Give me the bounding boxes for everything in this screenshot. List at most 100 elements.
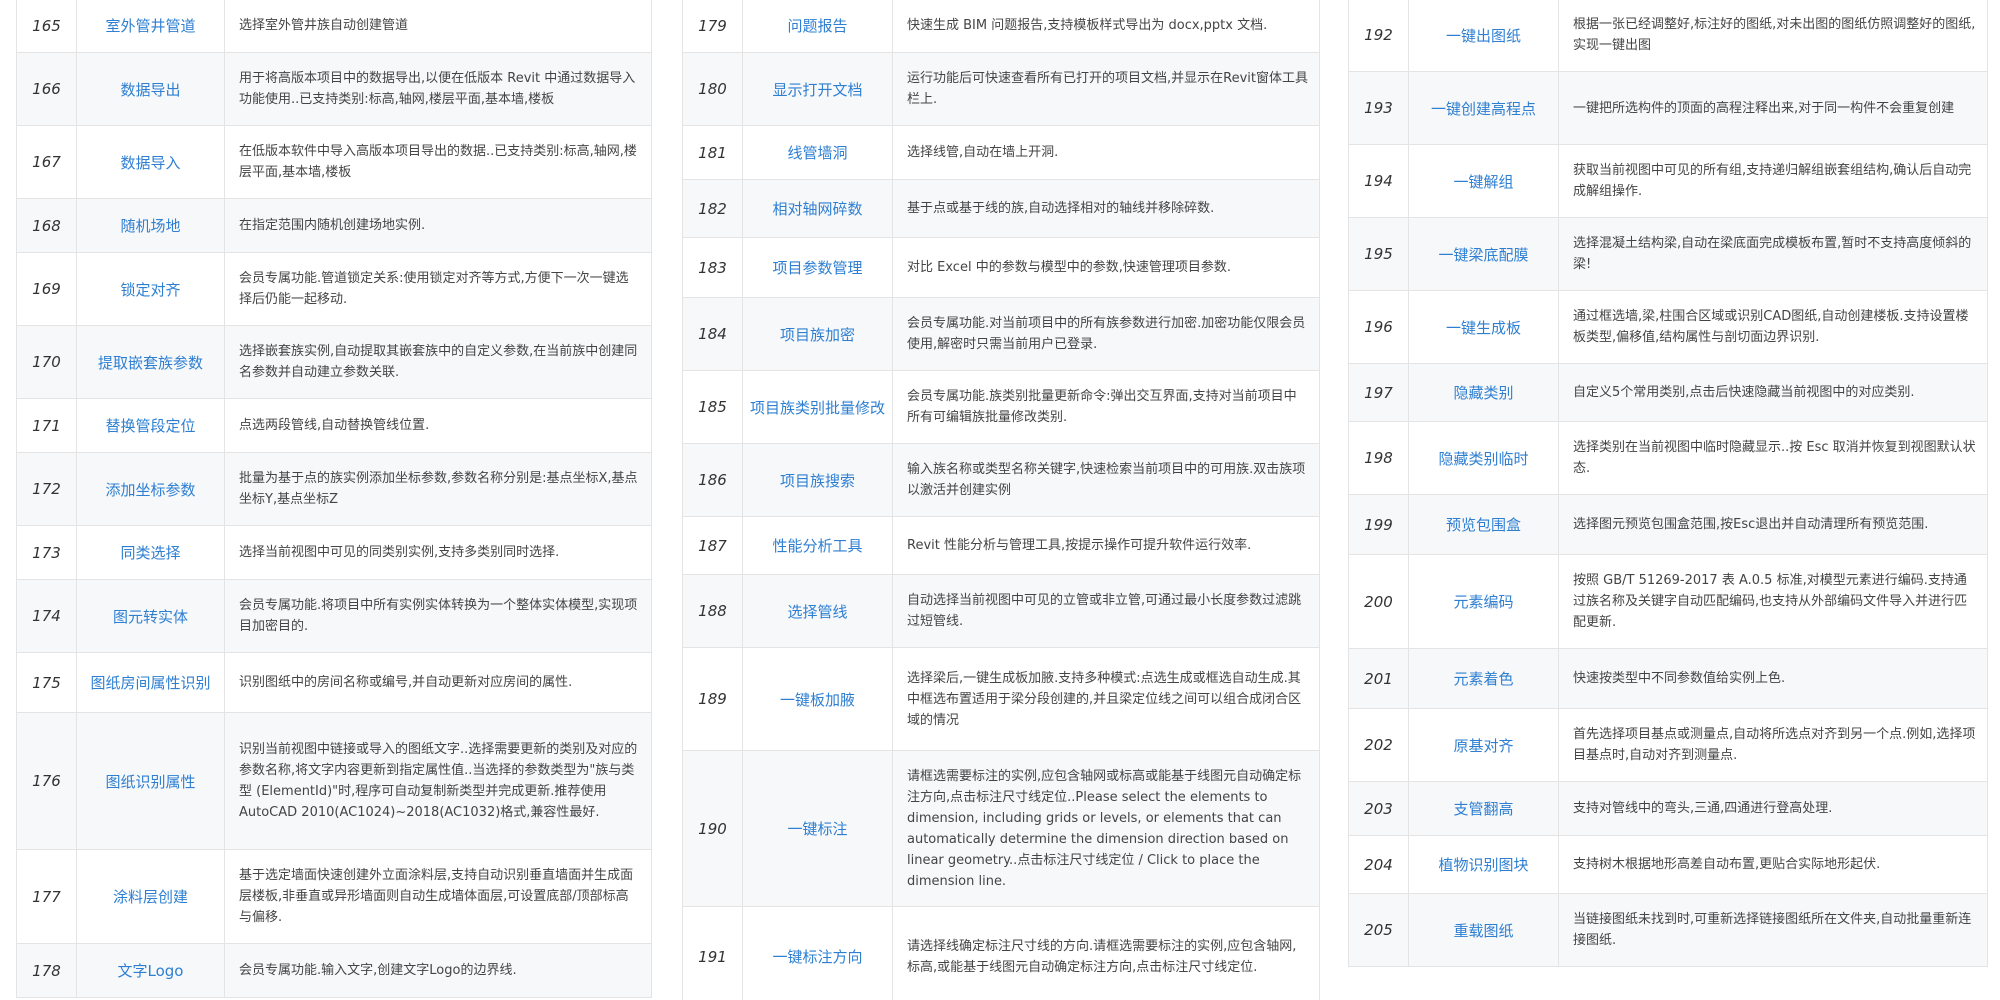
feature-number: 187 [682,516,743,575]
feature-number: 178 [16,943,77,998]
table-row: 200 元素编码 按照 GB/T 51269-2017 表 A.0.5 标准,对模型… [1348,554,1988,649]
feature-description: 输入族名称或类型名称关键字,快速检索当前项目中的可用族.双击族项以激活并创建实例 [892,443,1320,517]
table-row: 191 一键标注方向 请选择线确定标注尺寸线的方向.请框选需要标注的实例,应包含轴网… [682,906,1320,1000]
feature-name-link[interactable]: 添加坐标参数 [76,452,225,526]
table-row: 167 数据导入 在低版本软件中导入高版本项目导出的数据..已支持类别:标高,轴网,… [16,125,652,199]
feature-name-link[interactable]: 锁定对齐 [76,252,225,326]
feature-name-link[interactable]: 数据导出 [76,52,225,126]
feature-name-link[interactable]: 项目族加密 [742,297,893,371]
feature-number: 168 [16,198,77,253]
feature-table-column-2: 179 问题报告 快速生成 BIM 问题报告,支持模板样式导出为 docx,pptx… [682,0,1320,1000]
feature-description: 会员专属功能.将项目中所有实例实体转换为一个整体实体模型,实现项目加密目的. [224,579,652,653]
feature-name-link[interactable]: 选择管线 [742,574,893,648]
feature-name-link[interactable]: 一键创建高程点 [1408,71,1559,145]
feature-description: 根据一张已经调整好,标注好的图纸,对未出图的图纸仿照调整好的图纸,实现一键出图 [1558,0,1988,72]
feature-description: 基于点或基于线的族,自动选择相对的轴线并移除碎数. [892,179,1320,238]
feature-name-link[interactable]: 室外管井管道 [76,0,225,53]
table-row: 202 原基对齐 首先选择项目基点或测量点,自动将所选点对齐到另一个点.例如,选择项… [1348,708,1988,782]
feature-description: 选择线管,自动在墙上开洞. [892,125,1320,180]
feature-name-link[interactable]: 隐藏类别临时 [1408,421,1559,495]
feature-description: 支持对管线中的弯头,三通,四通进行登高处理. [1558,781,1988,836]
table-row: 172 添加坐标参数 批量为基于点的族实例添加坐标参数,参数名称分别是:基点坐标X,… [16,452,652,526]
feature-name-link[interactable]: 提取嵌套族参数 [76,325,225,399]
feature-description: 选择嵌套族实例,自动提取其嵌套族中的自定义参数,在当前族中创建同名参数并自动建立… [224,325,652,399]
table-row: 180 显示打开文档 运行功能后可快速查看所有已打开的项目文档,并显示在Revit窗… [682,52,1320,126]
feature-description: 快速生成 BIM 问题报告,支持模板样式导出为 docx,pptx 文档. [892,0,1320,53]
feature-number: 184 [682,297,743,371]
feature-name-link[interactable]: 一键板加腋 [742,647,893,751]
feature-name-link[interactable]: 预览包围盒 [1408,494,1559,555]
feature-description: 支持树木根据地形高差自动布置,更贴合实际地形起伏. [1558,835,1988,894]
table-row: 185 项目族类别批量修改 会员专属功能.族类别批量更新命令:弹出交互界面,支持对当… [682,370,1320,444]
feature-number: 180 [682,52,743,126]
feature-name-link[interactable]: 涂料层创建 [76,849,225,944]
feature-name-link[interactable]: 项目参数管理 [742,237,893,298]
feature-name-link[interactable]: 一键生成板 [1408,290,1559,364]
feature-name-link[interactable]: 问题报告 [742,0,893,53]
feature-name-link[interactable]: 性能分析工具 [742,516,893,575]
table-row: 203 支管翻高 支持对管线中的弯头,三通,四通进行登高处理. [1348,781,1988,836]
table-row: 176 图纸识别属性 识别当前视图中链接或导入的图纸文字..选择需要更新的类别及对应… [16,712,652,850]
feature-name-link[interactable]: 线管墙洞 [742,125,893,180]
feature-description: 识别当前视图中链接或导入的图纸文字..选择需要更新的类别及对应的参数名称,将文字… [224,712,652,850]
feature-description: 按照 GB/T 51269-2017 表 A.0.5 标准,对模型元素进行编码.… [1558,554,1988,649]
feature-description: 识别图纸中的房间名称或编号,并自动更新对应房间的属性. [224,652,652,713]
feature-name-link[interactable]: 一键标注方向 [742,906,893,1000]
feature-description: 选择当前视图中可见的同类别实例,支持多类别同时选择. [224,525,652,580]
table-row: 192 一键出图纸 根据一张已经调整好,标注好的图纸,对未出图的图纸仿照调整好的图纸… [1348,0,1988,72]
feature-name-link[interactable]: 原基对齐 [1408,708,1559,782]
feature-description: 选择混凝土结构梁,自动在梁底面完成模板布置,暂时不支持高度倾斜的梁! [1558,217,1988,291]
feature-name-link[interactable]: 相对轴网碎数 [742,179,893,238]
feature-description: 运行功能后可快速查看所有已打开的项目文档,并显示在Revit窗体工具栏上. [892,52,1320,126]
feature-number: 199 [1348,494,1409,555]
feature-name-link[interactable]: 植物识别图块 [1408,835,1559,894]
table-row: 198 隐藏类别临时 选择类别在当前视图中临时隐藏显示..按 Esc 取消并恢复到视… [1348,421,1988,495]
feature-name-link[interactable]: 元素着色 [1408,648,1559,709]
feature-table: 179 问题报告 快速生成 BIM 问题报告,支持模板样式导出为 docx,pptx… [682,0,1320,1000]
table-row: 168 随机场地 在指定范围内随机创建场地实例. [16,198,652,253]
feature-name-link[interactable]: 隐藏类别 [1408,363,1559,422]
feature-description: 请选择线确定标注尺寸线的方向.请框选需要标注的实例,应包含轴网,标高,或能基于线… [892,906,1320,1000]
feature-name-link[interactable]: 一键梁底配膜 [1408,217,1559,291]
feature-description: 点选两段管线,自动替换管线位置. [224,398,652,453]
feature-name-link[interactable]: 元素编码 [1408,554,1559,649]
feature-name-link[interactable]: 图纸房间属性识别 [76,652,225,713]
feature-name-link[interactable]: 支管翻高 [1408,781,1559,836]
feature-number: 172 [16,452,77,526]
feature-name-link[interactable]: 替换管段定位 [76,398,225,453]
feature-description: 对比 Excel 中的参数与模型中的参数,快速管理项目参数. [892,237,1320,298]
table-row: 190 一键标注 请框选需要标注的实例,应包含轴网或标高或能基于线图元自动确定标注方… [682,750,1320,907]
feature-number: 205 [1348,893,1409,967]
feature-name-link[interactable]: 随机场地 [76,198,225,253]
feature-description: 选择类别在当前视图中临时隐藏显示..按 Esc 取消并恢复到视图默认状态. [1558,421,1988,495]
feature-name-link[interactable]: 显示打开文档 [742,52,893,126]
feature-name-link[interactable]: 一键标注 [742,750,893,907]
feature-name-link[interactable]: 文字Logo [76,943,225,998]
feature-description: 会员专属功能.输入文字,创建文字Logo的边界线. [224,943,652,998]
table-row: 169 锁定对齐 会员专属功能.管道锁定关系:使用锁定对齐等方式,方便下一次一键选择… [16,252,652,326]
feature-name-link[interactable]: 项目族搜索 [742,443,893,517]
table-row: 188 选择管线 自动选择当前视图中可见的立管或非立管,可通过最小长度参数过滤跳过短… [682,574,1320,648]
feature-number: 191 [682,906,743,1000]
feature-name-link[interactable]: 一键出图纸 [1408,0,1559,72]
table-row: 201 元素着色 快速按类型中不同参数值给实例上色. [1348,648,1988,709]
table-row: 187 性能分析工具 Revit 性能分析与管理工具,按提示操作可提升软件运行效率. [682,516,1320,575]
feature-number: 169 [16,252,77,326]
feature-number: 181 [682,125,743,180]
table-row: 184 项目族加密 会员专属功能.对当前项目中的所有族参数进行加密.加密功能仅限会员… [682,297,1320,371]
feature-table-column-3: 192 一键出图纸 根据一张已经调整好,标注好的图纸,对未出图的图纸仿照调整好的图纸… [1348,0,1988,1000]
feature-name-link[interactable]: 一键解组 [1408,144,1559,218]
table-row: 182 相对轴网碎数 基于点或基于线的族,自动选择相对的轴线并移除碎数. [682,179,1320,238]
feature-name-link[interactable]: 图元转实体 [76,579,225,653]
feature-name-link[interactable]: 图纸识别属性 [76,712,225,850]
feature-name-link[interactable]: 重载图纸 [1408,893,1559,967]
table-row: 193 一键创建高程点 一键把所选构件的顶面的高程注释出来,对于同一构件不会重复创建 [1348,71,1988,145]
feature-name-link[interactable]: 数据导入 [76,125,225,199]
feature-number: 165 [16,0,77,53]
feature-number: 200 [1348,554,1409,649]
table-row: 205 重载图纸 当链接图纸未找到时,可重新选择链接图纸所在文件夹,自动批量重新连接… [1348,893,1988,967]
table-row: 165 室外管井管道 选择室外管井族自动创建管道 [16,0,652,53]
feature-number: 203 [1348,781,1409,836]
feature-name-link[interactable]: 同类选择 [76,525,225,580]
feature-name-link[interactable]: 项目族类别批量修改 [742,370,893,444]
